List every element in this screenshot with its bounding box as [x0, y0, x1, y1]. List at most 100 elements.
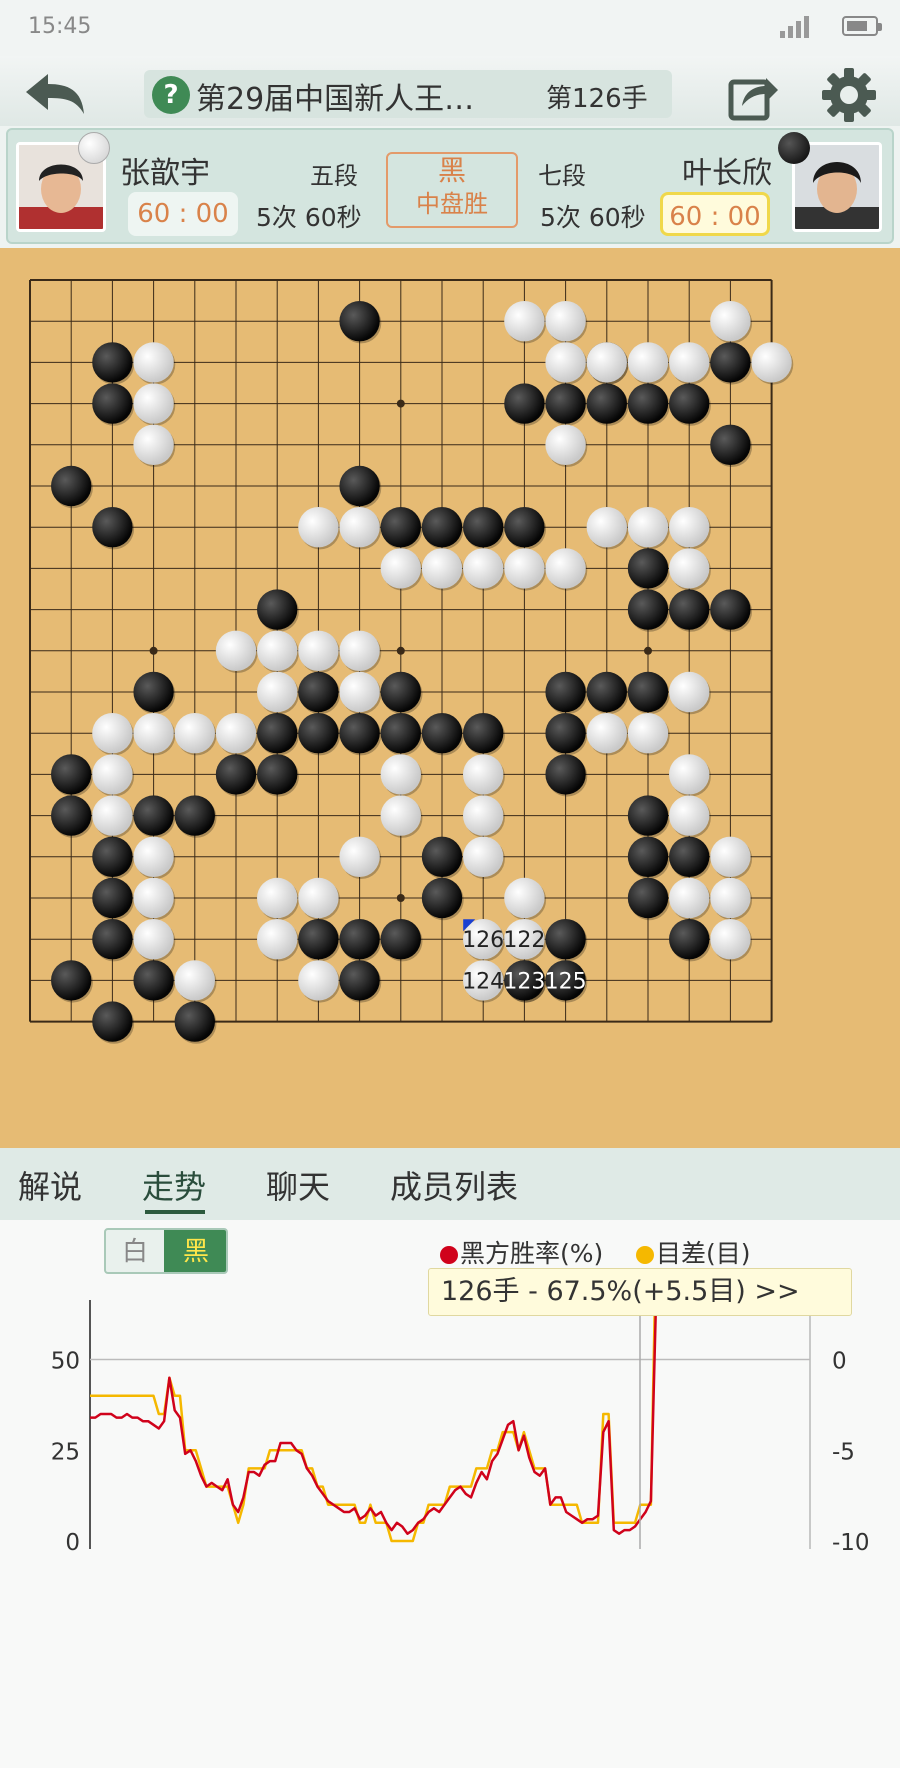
white-stone: [545, 301, 586, 342]
white-stone: [710, 919, 751, 960]
white-stone: [751, 342, 792, 383]
right-tick-label: 0: [832, 1349, 847, 1375]
settings-gear-icon[interactable]: [820, 66, 878, 124]
white-stone: [92, 754, 133, 795]
black-stone: [463, 507, 504, 548]
go-board[interactable]: 126 122 124 123 125: [0, 248, 900, 1148]
back-arrow-icon[interactable]: [24, 70, 88, 120]
active-tab-indicator: [145, 1210, 205, 1214]
chart-tooltip[interactable]: 126手 - 67.5%(+5.5目) >>: [428, 1268, 852, 1316]
star-point: [396, 646, 405, 655]
white-stone: [339, 671, 380, 713]
white-stone: [298, 630, 339, 671]
black-stone: [92, 836, 133, 877]
black-stone: [380, 919, 421, 960]
white-stone: [298, 960, 339, 1001]
white-stone: [463, 836, 504, 877]
black-stone: [421, 877, 463, 919]
result-text: 中盘胜: [416, 190, 488, 218]
black-stone: [298, 713, 339, 754]
white-stone: [463, 548, 504, 589]
black-stone: [586, 671, 627, 713]
tab-commentary[interactable]: 解说: [18, 1162, 82, 1208]
white-stone: [545, 342, 586, 383]
white-stone: [298, 877, 339, 919]
black-stone: [92, 507, 133, 548]
share-icon[interactable]: [728, 70, 780, 122]
white-stone: [298, 507, 339, 548]
black-stone: [51, 795, 92, 836]
move-number-label: 122: [503, 928, 545, 953]
game-title: 第29届中国新人王…: [196, 82, 475, 117]
black-stone: [298, 671, 339, 713]
black-stone: [257, 589, 298, 630]
black-stone: [669, 836, 710, 877]
black-stone: [174, 795, 215, 836]
black-stone: [92, 342, 133, 383]
white-stone: [133, 424, 174, 465]
black-stone: [545, 671, 586, 713]
tab-chat[interactable]: 聊天: [266, 1162, 330, 1208]
left-tick-label: 0: [65, 1530, 80, 1556]
white-stone: [669, 671, 710, 713]
black-stone: [669, 589, 710, 630]
white-stone: [504, 548, 545, 589]
left-player-white-stone-icon: [78, 132, 110, 164]
left-tick-label: 50: [51, 1349, 80, 1375]
black-stone: [339, 301, 380, 342]
winrate-chart[interactable]: 10075502501050-5-10: [0, 1300, 900, 1768]
move-number-label: 125: [545, 969, 587, 994]
white-stone: [710, 301, 751, 342]
white-stone: [215, 713, 257, 754]
white-stone: [339, 507, 380, 548]
white-stone: [545, 548, 586, 589]
legend-diff-label: 目差(目): [656, 1239, 751, 1268]
go-board-grid[interactable]: 126 122 124 123 125: [0, 248, 900, 1148]
orange-dot-icon: [636, 1246, 654, 1264]
black-stone: [627, 671, 669, 713]
move-number-label: 124: [462, 969, 504, 994]
legend-diff: 目差(目): [636, 1234, 751, 1270]
black-stone: [669, 383, 710, 424]
signal-icon: [780, 16, 809, 38]
tab-members[interactable]: 成员列表: [390, 1162, 518, 1208]
black-stone: [51, 465, 92, 507]
white-stone: [504, 301, 545, 342]
white-stone: [504, 877, 545, 919]
black-stone: [339, 919, 380, 960]
left-player-name: 张歆宇: [120, 156, 210, 191]
white-stone: [586, 713, 627, 754]
tab-trend[interactable]: 走势: [142, 1162, 206, 1208]
white-stone: [627, 342, 669, 383]
right-player-clock: 60 : 00: [660, 192, 770, 236]
black-stone: [133, 960, 174, 1001]
black-stone: [92, 877, 133, 919]
white-stone: [669, 507, 710, 548]
black-stone: [257, 754, 298, 795]
white-stone: [133, 877, 174, 919]
toggle-white[interactable]: 白: [106, 1230, 164, 1272]
black-stone: [174, 1001, 215, 1042]
white-stone: [133, 836, 174, 877]
black-stone: [710, 342, 751, 383]
white-stone: [133, 919, 174, 960]
white-stone: [586, 507, 627, 548]
black-stone: [504, 383, 545, 424]
white-stone: [463, 795, 504, 836]
color-toggle[interactable]: 白 黑: [104, 1228, 228, 1274]
white-stone: [339, 630, 380, 671]
white-stone: [669, 754, 710, 795]
right-player-black-stone-icon: [778, 132, 810, 164]
black-stone: [339, 465, 380, 507]
help-icon[interactable]: ?: [152, 76, 190, 114]
white-stone: [380, 548, 421, 589]
black-stone: [627, 795, 669, 836]
left-player-clock: 60 : 00: [128, 192, 238, 236]
left-player-byoyomi: 5次 60秒: [256, 203, 362, 232]
black-stone: [51, 754, 92, 795]
toggle-black[interactable]: 黑: [164, 1230, 226, 1272]
black-stone: [545, 754, 586, 795]
white-stone: [669, 795, 710, 836]
battery-icon: [842, 16, 882, 36]
white-stone: [586, 342, 627, 383]
